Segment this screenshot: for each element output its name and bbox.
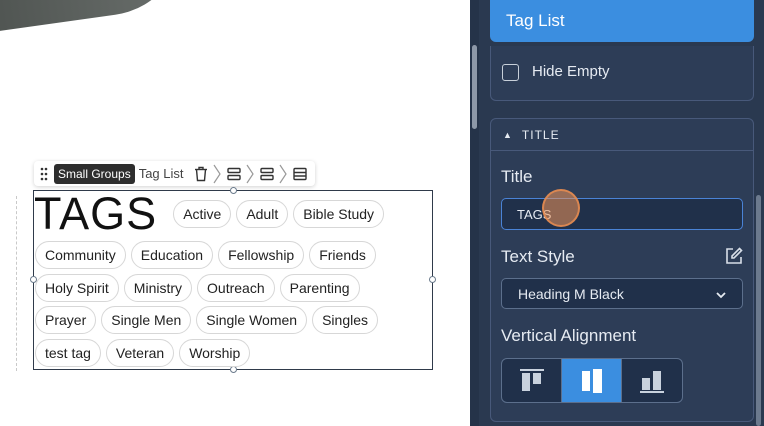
- tag-pill[interactable]: Single Women: [196, 306, 308, 334]
- vertical-alignment-label: Vertical Alignment: [501, 326, 637, 345]
- resize-handle-right[interactable]: [429, 276, 436, 283]
- tag-pill[interactable]: Community: [35, 241, 126, 269]
- tag-row: Prayer Single Men Single Women Singles: [35, 306, 383, 334]
- chevron-right-icon: [278, 161, 289, 186]
- tag-list-widget[interactable]: TAGS Active Adult Bible Study Community …: [30, 187, 436, 373]
- tag-pill[interactable]: Fellowship: [218, 241, 305, 269]
- layout-rows-icon[interactable]: [223, 161, 245, 186]
- tag-pill[interactable]: Bible Study: [293, 200, 385, 228]
- tag-pill[interactable]: Friends: [309, 241, 376, 269]
- breadcrumb-small-groups[interactable]: Small Groups: [54, 163, 135, 184]
- panel-scrollbar-thumb[interactable]: [472, 45, 477, 129]
- vertical-alignment-group: [501, 358, 683, 403]
- caret-up-icon: ▲: [503, 129, 513, 140]
- page-canvas: Small Groups Tag List TAGS Active Adult …: [0, 0, 470, 426]
- align-bottom-button[interactable]: [622, 359, 682, 402]
- layout-list-icon[interactable]: [289, 161, 311, 186]
- delete-icon[interactable]: [190, 161, 212, 186]
- text-style-value: Heading M Black: [518, 285, 624, 302]
- resize-handle-bottom[interactable]: [230, 366, 237, 373]
- title-section: ▲ TITLE Title Text Style Heading M Black…: [490, 118, 754, 422]
- chevron-right-icon: [245, 161, 256, 186]
- align-center-button[interactable]: [562, 359, 622, 402]
- hero-image: [0, 0, 195, 36]
- hide-empty-row: Hide Empty: [490, 46, 754, 101]
- tag-row: Holy Spirit Ministry Outreach Parenting: [35, 274, 365, 302]
- chevron-right-icon: [212, 161, 223, 186]
- edit-icon[interactable]: [724, 246, 744, 266]
- title-label: Title: [501, 167, 533, 186]
- tag-pill[interactable]: Ministry: [123, 274, 193, 302]
- text-style-label: Text Style: [501, 247, 575, 266]
- tag-pill[interactable]: Veteran: [105, 339, 175, 367]
- align-top-icon: [519, 368, 544, 391]
- tag-pill[interactable]: Worship: [179, 339, 251, 367]
- tag-pill[interactable]: Outreach: [197, 274, 275, 302]
- title-section-header[interactable]: ▲ TITLE: [491, 119, 753, 151]
- panel-scrollbar-right[interactable]: [756, 195, 761, 426]
- tag-pill[interactable]: Adult: [236, 200, 289, 228]
- tag-pill[interactable]: Education: [130, 241, 214, 269]
- text-style-select[interactable]: Heading M Black: [501, 278, 743, 309]
- chevron-down-icon: [716, 286, 726, 302]
- hide-empty-checkbox[interactable]: [502, 64, 519, 81]
- tag-pill[interactable]: Prayer: [35, 306, 97, 334]
- widget-toolbar: Small Groups Tag List: [34, 161, 315, 186]
- align-center-icon: [581, 368, 602, 393]
- tag-row: test tag Veteran Worship: [35, 339, 255, 367]
- tag-pill[interactable]: test tag: [35, 339, 101, 367]
- section-guide-line: [16, 196, 17, 371]
- hide-empty-label: Hide Empty: [532, 63, 610, 80]
- tag-row: TAGS Active Adult Bible Study: [34, 191, 389, 237]
- breadcrumb-tag-list[interactable]: Tag List: [135, 166, 190, 181]
- align-bottom-icon: [640, 370, 664, 393]
- layout-rows-icon[interactable]: [256, 161, 278, 186]
- widget-title: TAGS: [34, 188, 158, 239]
- title-section-label: TITLE: [521, 127, 560, 142]
- drag-handle-icon[interactable]: [34, 161, 54, 186]
- tag-pill[interactable]: Singles: [312, 306, 378, 334]
- tag-pill[interactable]: Single Men: [101, 306, 192, 334]
- tag-row: Community Education Fellowship Friends: [35, 241, 381, 269]
- tag-list-button[interactable]: Tag List: [490, 0, 754, 42]
- tag-pill[interactable]: Active: [173, 200, 232, 228]
- tag-pill[interactable]: Holy Spirit: [35, 274, 119, 302]
- title-input[interactable]: [501, 198, 743, 230]
- tag-pill[interactable]: Parenting: [279, 274, 360, 302]
- align-top-button[interactable]: [502, 359, 562, 402]
